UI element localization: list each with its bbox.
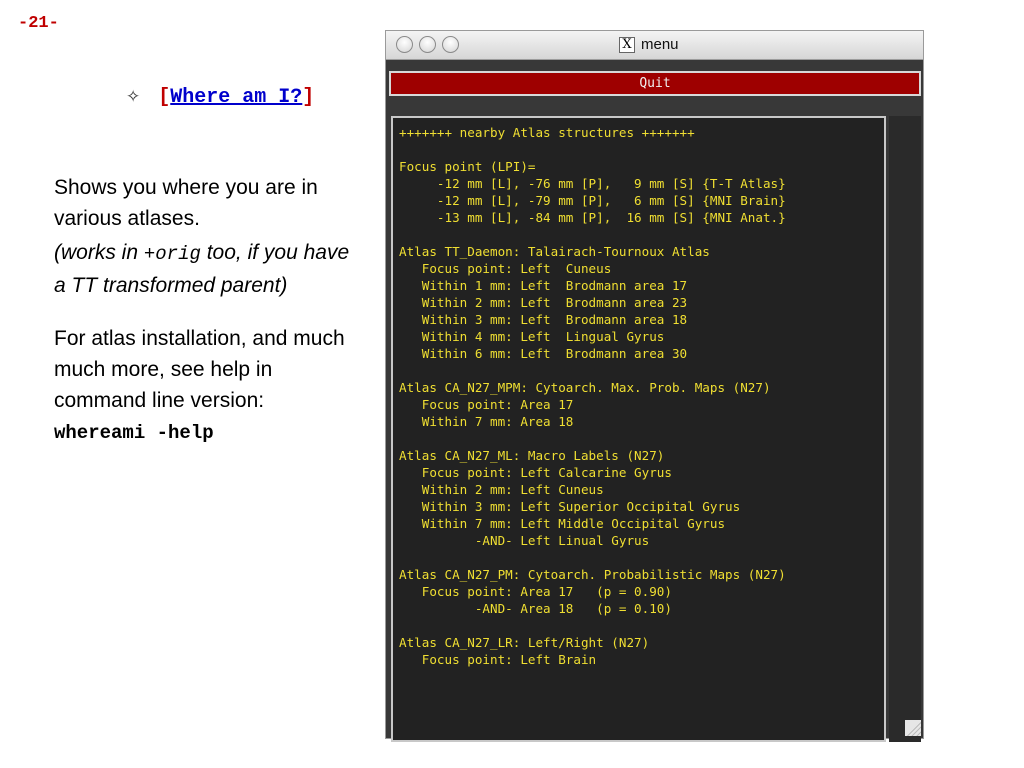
output-line: Within 2 mm: Left Cuneus <box>421 482 604 497</box>
atlas-output-text: +++++++ nearby Atlas structures +++++++ … <box>399 124 884 668</box>
orig-note-prefix: (works in <box>54 241 144 264</box>
resize-grip-icon[interactable] <box>905 720 921 736</box>
output-line: Focus point: Area 17 (p = 0.90) <box>421 584 672 599</box>
window-title-group: X menu <box>619 36 679 53</box>
where-am-i-link[interactable]: Where am I? <box>170 86 302 109</box>
quit-button[interactable]: Quit <box>389 71 921 96</box>
output-line: Within 2 mm: Left Brodmann area 23 <box>421 295 688 310</box>
output-line: -12 mm [L], -79 mm [P], 6 mm [S] {MNI Br… <box>436 193 786 208</box>
orig-note: (works in +orig too, if you have a TT tr… <box>54 237 364 301</box>
output-line: Atlas CA_N27_LR: Left/Right (N27) <box>399 635 650 650</box>
output-line: -AND- Area 18 (p = 0.10) <box>474 601 672 616</box>
output-line: Within 6 mm: Left Brodmann area 30 <box>421 346 688 361</box>
output-line: Within 3 mm: Left Superior Occipital Gyr… <box>421 499 741 514</box>
page-number: -21- <box>18 14 59 33</box>
output-line: Focus point: Left Calcarine Gyrus <box>421 465 672 480</box>
orig-note-code: +orig <box>143 243 201 265</box>
description-panel: Shows you where you are in various atlas… <box>54 172 364 449</box>
output-line: Focus point: Left Cuneus <box>421 261 612 276</box>
output-line: Atlas CA_N27_PM: Cytoarch. Probabilistic… <box>399 567 786 582</box>
scrollbar[interactable] <box>889 116 921 742</box>
output-line: Focus point: Area 17 <box>421 397 574 412</box>
output-line: -12 mm [L], -76 mm [P], 9 mm [S] {T-T At… <box>436 176 786 191</box>
heading-bracket-close: ] <box>302 86 315 109</box>
help-command: whereami -help <box>54 422 214 444</box>
install-text: For atlas installation, and much much mo… <box>54 327 345 412</box>
output-line: Focus point (LPI)= <box>399 159 536 174</box>
heading-bracket-open: [ <box>158 86 171 109</box>
output-line: Within 3 mm: Left Brodmann area 18 <box>421 312 688 327</box>
output-line: Atlas CA_N27_ML: Macro Labels (N27) <box>399 448 665 463</box>
output-line: +++++++ nearby Atlas structures +++++++ <box>399 125 695 140</box>
x11-icon: X <box>619 36 635 53</box>
slide-heading: ✧ [Where am I?] <box>126 86 314 109</box>
output-line: Within 7 mm: Area 18 <box>421 414 574 429</box>
description-text: Shows you where you are in various atlas… <box>54 176 318 230</box>
output-line: -AND- Left Linual Gyrus <box>474 533 650 548</box>
close-window-icon[interactable] <box>396 36 413 53</box>
output-line: Within 1 mm: Left Brodmann area 17 <box>421 278 688 293</box>
zoom-window-icon[interactable] <box>442 36 459 53</box>
output-line: Within 7 mm: Left Middle Occipital Gyrus <box>421 516 726 531</box>
output-line: Atlas TT_Daemon: Talairach-Tournoux Atla… <box>399 244 710 259</box>
window-titlebar[interactable]: X menu <box>386 31 923 60</box>
menu-window: X menu Quit +++++++ nearby Atlas structu… <box>385 30 924 742</box>
diamond-bullet-icon: ✧ <box>126 87 141 107</box>
output-line: Focus point: Left Brain <box>421 652 597 667</box>
output-line: -13 mm [L], -84 mm [P], 16 mm [S] {MNI A… <box>436 210 786 225</box>
window-body: Quit +++++++ nearby Atlas structures +++… <box>386 60 923 742</box>
output-line: Atlas CA_N27_MPM: Cytoarch. Max. Prob. M… <box>399 380 771 395</box>
output-line: Within 4 mm: Left Lingual Gyrus <box>421 329 665 344</box>
minimize-window-icon[interactable] <box>419 36 436 53</box>
window-title: menu <box>641 36 679 53</box>
atlas-output-area[interactable]: +++++++ nearby Atlas structures +++++++ … <box>391 116 886 742</box>
